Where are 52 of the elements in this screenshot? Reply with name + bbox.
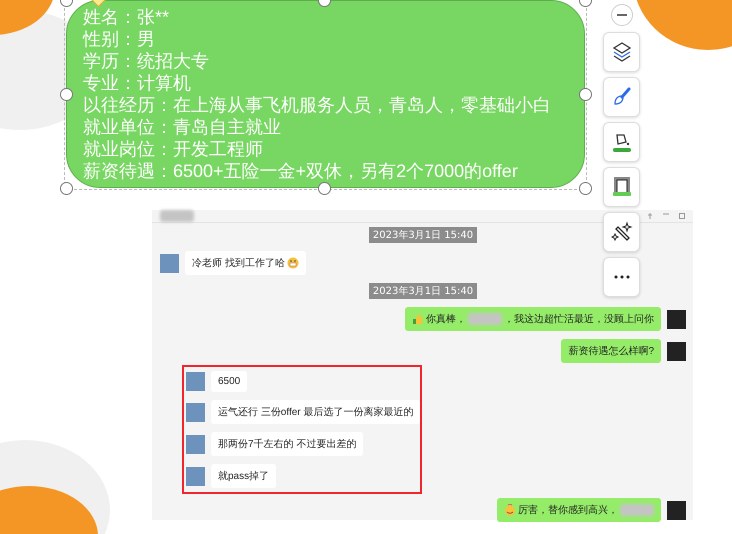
blurred-name xyxy=(620,504,654,516)
info-line: 以往经历：在上海从事飞机服务人员，青岛人，零基础小白 xyxy=(83,94,552,116)
info-line: 就业岗位：开发工程师 xyxy=(83,138,264,160)
blurred-name xyxy=(160,210,194,222)
avatar-placeholder xyxy=(667,342,686,360)
resize-handle[interactable] xyxy=(60,182,73,195)
minus-icon xyxy=(616,14,626,16)
resize-handle[interactable] xyxy=(318,182,331,195)
message-text: 厉害，替你感到高兴， xyxy=(518,504,618,517)
avatar-placeholder xyxy=(667,500,686,520)
resize-handle[interactable] xyxy=(579,182,592,195)
info-line: 就业单位：青岛自主就业 xyxy=(83,116,282,138)
minimize-icon xyxy=(663,213,669,215)
avatar-placeholder xyxy=(186,402,205,422)
info-line: 性别：男 xyxy=(83,28,156,50)
avatar-placeholder xyxy=(186,434,205,454)
info-line: 薪资待遇：6500+五险一金+双休，另有2个7000的offer xyxy=(83,160,519,182)
message-text: 冷老师 找到工作了哈 xyxy=(192,256,285,270)
message-text: 薪资待遇怎么样啊? xyxy=(568,344,654,358)
brush-icon xyxy=(612,87,632,107)
message-text: 你真棒， xyxy=(426,312,466,326)
avatar-placeholder xyxy=(186,372,205,391)
message-text: ，我这边超忙活最近，没顾上问你 xyxy=(504,312,654,326)
toolbar-button[interactable] xyxy=(603,167,640,207)
grinning-face-icon xyxy=(286,257,299,269)
resize-handle[interactable] xyxy=(579,88,592,101)
pin-icon xyxy=(647,213,653,219)
frame-icon xyxy=(610,175,632,199)
message-text: 那两份7千左右的 不过要出差的 xyxy=(218,438,356,451)
info-line: 学历：统招大专 xyxy=(83,50,210,72)
message-text: 就pass掉了 xyxy=(218,470,270,483)
message-text: 6500 xyxy=(218,376,240,387)
info-line: 姓名：张** xyxy=(83,6,170,28)
collapse-button[interactable] xyxy=(610,4,632,26)
toolbar-button[interactable] xyxy=(603,122,640,162)
layers-icon xyxy=(612,41,632,63)
timestamp: 2023年3月1日 15:40 xyxy=(368,283,478,299)
smiling-face-icon xyxy=(504,504,516,516)
magic-wand-icon xyxy=(610,221,632,243)
toolbar-button[interactable] xyxy=(603,32,640,72)
blurred-name xyxy=(468,313,502,325)
more-icon xyxy=(614,275,630,279)
message-text: 运气还行 三份offer 最后选了一份离家最近的 xyxy=(218,406,414,419)
avatar-placeholder xyxy=(186,466,205,486)
toolbar-button[interactable] xyxy=(603,212,640,252)
avatar-placeholder xyxy=(160,254,179,272)
avatar-placeholder xyxy=(667,310,686,328)
maximize-icon xyxy=(679,213,685,219)
info-line: 专业：计算机 xyxy=(83,72,192,94)
thumbs-up-icon xyxy=(412,313,424,325)
info-card[interactable]: 姓名：张** 性别：男 学历：统招大专 专业：计算机 以往经历：在上海从事飞机服务人员，青岛人，零基础小白 就业单位：青岛自主就业 就业岗位：开发工程师 薪资待遇：6500+五险一金+双休，另有2个7000的offer xyxy=(66,0,585,188)
timestamp: 2023年3月1日 15:40 xyxy=(368,227,478,243)
